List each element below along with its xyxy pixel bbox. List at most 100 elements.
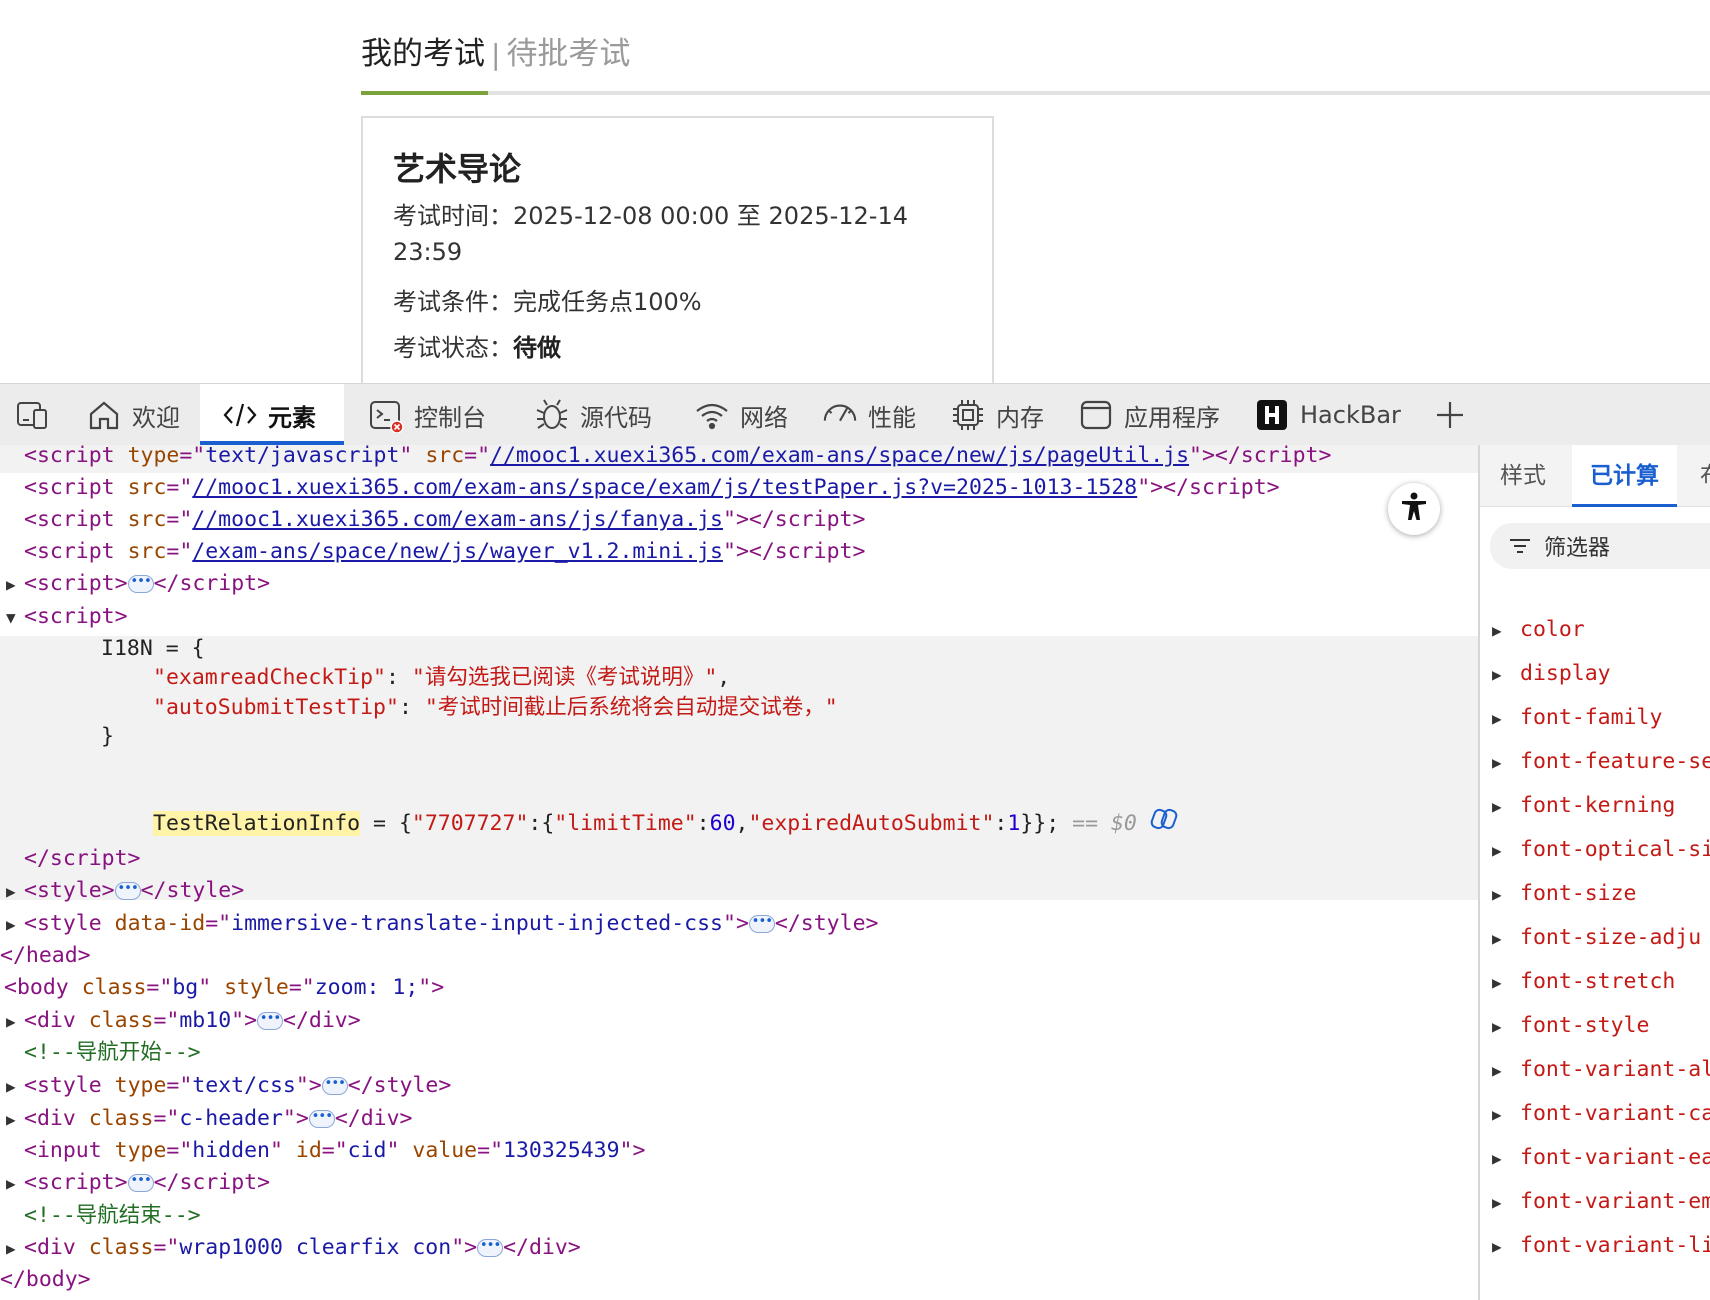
computed-property[interactable]: ▶ font-stretch — [1492, 969, 1675, 994]
script-text-line: TestRelationInfo = {"7707727":{"limitTim… — [153, 807, 1178, 840]
dom-comment[interactable]: <!--导航开始--> — [24, 1036, 201, 1069]
expand-triangle-icon: ▶ — [1492, 973, 1502, 992]
chip-icon — [950, 397, 986, 433]
computed-property[interactable]: ▶ font-size — [1492, 881, 1637, 906]
collapsed-content-button[interactable]: ••• — [321, 1077, 348, 1095]
dom-node[interactable]: ▶ <style> ••• </style> — [6, 874, 244, 907]
collapsed-content-button[interactable]: ••• — [127, 1174, 154, 1192]
dom-node[interactable]: <script src="//mooc1.xuexi365.com/exam-a… — [24, 503, 865, 536]
computed-property[interactable]: ▶ font-kerning — [1492, 793, 1675, 818]
dom-node[interactable]: ▶ <div class="c-header"> ••• </div> — [6, 1102, 412, 1135]
tab-application[interactable]: 应用程序 — [1078, 384, 1220, 446]
expand-triangle-icon[interactable]: ▶ — [6, 568, 24, 601]
tab-console[interactable]: 控制台 — [368, 384, 486, 446]
tab-memory[interactable]: 内存 — [950, 384, 1044, 446]
tab-my-exams[interactable]: 我的考试 — [361, 36, 485, 72]
dom-node[interactable]: ▶ <script> ••• </script> — [6, 567, 270, 600]
expand-triangle-icon: ▶ — [1492, 1193, 1502, 1212]
collapsed-content-button[interactable]: ••• — [477, 1239, 504, 1257]
collapsed-content-button[interactable]: ••• — [748, 915, 775, 933]
computed-property[interactable]: ▶ font-family — [1492, 705, 1662, 730]
dom-node[interactable]: ▶ <script> ••• </script> — [6, 1166, 270, 1199]
expand-triangle-icon: ▶ — [1492, 1237, 1502, 1256]
expand-triangle-icon: ▶ — [1492, 1017, 1502, 1036]
collapsed-content-button[interactable]: ••• — [114, 882, 141, 900]
expand-triangle-icon: ▶ — [1492, 841, 1502, 860]
collapse-triangle-icon[interactable]: ▼ — [6, 601, 24, 634]
tab-hackbar-label: HackBar — [1300, 401, 1401, 429]
styles-sidebar: 样式 已计算 布 筛选器 ▶color ▶display ▶font-famil… — [1478, 445, 1710, 1300]
computed-property[interactable]: ▶ display — [1492, 661, 1611, 686]
expand-triangle-icon[interactable]: ▶ — [6, 1005, 24, 1038]
tab-welcome[interactable]: 欢迎 — [86, 384, 180, 446]
exam-time: 考试时间：2025-12-08 00:00 至 2025-12-14 23:59 — [393, 198, 953, 270]
hackbar-icon — [1254, 397, 1290, 433]
computed-property[interactable]: ▶ font-variant-al — [1492, 1057, 1710, 1082]
expand-triangle-icon: ▶ — [1492, 929, 1502, 948]
expand-triangle-icon[interactable]: ▶ — [6, 1167, 24, 1200]
dom-node[interactable]: </head> — [0, 939, 91, 972]
exam-card[interactable]: 艺术导论 考试时间：2025-12-08 00:00 至 2025-12-14 … — [361, 116, 994, 383]
script-src-link[interactable]: //mooc1.xuexi365.com/exam-ans/js/fanya.j… — [192, 507, 723, 532]
tab-layout[interactable]: 布 — [1700, 445, 1710, 507]
dom-node[interactable]: ▶ <style type="text/css"> ••• </style> — [6, 1069, 451, 1102]
filter-input[interactable]: 筛选器 — [1490, 523, 1710, 569]
computed-property[interactable]: ▶ color — [1492, 617, 1585, 642]
tab-performance[interactable]: 性能 — [822, 384, 916, 446]
script-src-link[interactable]: //mooc1.xuexi365.com/exam-ans/space/exam… — [192, 475, 1137, 500]
dom-node[interactable]: ▶ <div class="mb10"> ••• </div> — [6, 1004, 361, 1037]
exam-condition-label: 考试条件： — [393, 288, 513, 316]
expand-triangle-icon[interactable]: ▶ — [6, 908, 24, 941]
expand-triangle-icon[interactable]: ▶ — [6, 1103, 24, 1136]
computed-property[interactable]: ▶ font-variant-em — [1492, 1189, 1710, 1214]
expand-triangle-icon[interactable]: ▶ — [6, 875, 24, 908]
dom-node[interactable]: ▼ <script> — [6, 600, 128, 633]
accessibility-button[interactable] — [1388, 483, 1440, 535]
dom-node[interactable]: ▶ <div class="wrap1000 clearfix con"> ••• <… — [6, 1231, 581, 1264]
dom-node[interactable]: </body> — [0, 1263, 91, 1296]
tab-hackbar[interactable]: HackBar — [1254, 384, 1401, 446]
dom-node[interactable]: <input type="hidden" id="cid" value="130… — [24, 1134, 645, 1167]
script-src-link[interactable]: //mooc1.xuexi365.com/exam-ans/space/new/… — [490, 445, 1189, 468]
tab-separator: | — [491, 38, 501, 71]
expand-triangle-icon: ▶ — [1492, 885, 1502, 904]
dom-node[interactable]: </script> — [24, 842, 141, 875]
script-src-link[interactable]: /exam-ans/space/new/js/wayer_v1.2.mini.j… — [192, 539, 723, 564]
computed-property[interactable]: ▶ font-feature-se — [1492, 749, 1710, 774]
tab-application-label: 应用程序 — [1124, 403, 1220, 432]
computed-property[interactable]: ▶ font-size-adju — [1492, 925, 1701, 950]
dom-node[interactable]: <script type="text/javascript" src="//mo… — [24, 445, 1331, 472]
expand-triangle-icon[interactable]: ▶ — [6, 1070, 24, 1103]
tab-network[interactable]: 网络 — [694, 384, 788, 446]
dom-node[interactable]: <script src="/exam-ans/space/new/js/waye… — [24, 535, 865, 568]
tab-memory-label: 内存 — [996, 403, 1044, 432]
expand-triangle-icon: ▶ — [1492, 621, 1502, 640]
accessibility-icon — [1397, 490, 1431, 528]
collapsed-content-button[interactable]: ••• — [308, 1110, 335, 1128]
computed-property[interactable]: ▶ font-optical-si — [1492, 837, 1710, 862]
computed-property[interactable]: ▶ font-variant-li — [1492, 1233, 1710, 1258]
wifi-icon — [694, 397, 730, 433]
computed-property[interactable]: ▶ font-variant-ea — [1492, 1145, 1710, 1170]
collapsed-content-button[interactable]: ••• — [257, 1012, 284, 1030]
tab-sources[interactable]: 源代码 — [534, 384, 652, 446]
copilot-icon[interactable] — [1150, 807, 1178, 841]
device-emulation-button[interactable] — [14, 384, 60, 446]
dom-node[interactable]: <script src="//mooc1.xuexi365.com/exam-a… — [24, 471, 1280, 504]
dom-node[interactable]: ▶ <style data-id="immersive-translate-inp… — [6, 907, 878, 940]
tab-pending-exams[interactable]: 待批考试 — [506, 36, 630, 72]
web-page: 我的考试 | 待批考试 艺术导论 考试时间：2025-12-08 00:00 至 2… — [0, 0, 1710, 383]
tab-computed[interactable]: 已计算 — [1572, 445, 1677, 507]
dom-comment[interactable]: <!--导航结束--> — [24, 1199, 201, 1232]
exam-title[interactable]: 艺术导论 — [393, 144, 521, 190]
tab-elements[interactable]: 元素 — [200, 384, 344, 446]
devtools-panel: 欢迎 元素 控制台 源代码 网络 性能 内存 应用程序 HackBar <scr… — [0, 383, 1710, 1300]
tab-styles[interactable]: 样式 — [1500, 445, 1546, 507]
computed-property[interactable]: ▶ font-variant-ca — [1492, 1101, 1710, 1126]
dom-node[interactable]: <body class="bg" style="zoom: 1;"> — [4, 971, 444, 1004]
computed-property[interactable]: ▶ font-style — [1492, 1013, 1649, 1038]
collapsed-content-button[interactable]: ••• — [127, 575, 154, 593]
add-tool-button[interactable] — [1432, 384, 1478, 446]
expand-triangle-icon[interactable]: ▶ — [6, 1232, 24, 1265]
exam-status: 考试状态：待做 — [393, 330, 953, 366]
